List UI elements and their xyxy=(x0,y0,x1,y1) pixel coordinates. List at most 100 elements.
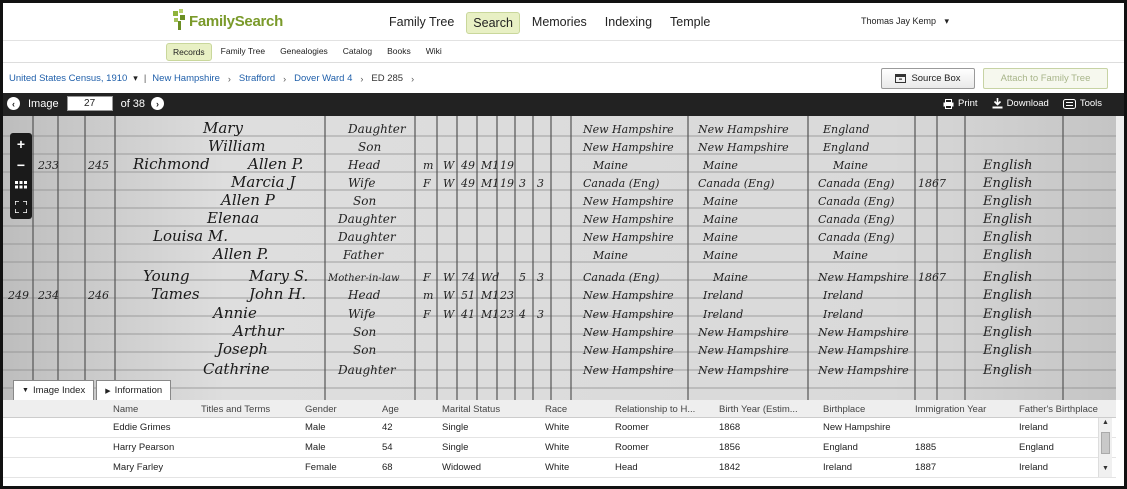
subnav-genealogies[interactable]: Genealogies xyxy=(274,43,334,61)
column-header[interactable]: Relationship to H... xyxy=(615,404,715,415)
svg-text:New Hampshire: New Hampshire xyxy=(697,141,789,154)
subnav-wiki[interactable]: Wiki xyxy=(420,43,448,61)
source-box-button[interactable]: Source Box xyxy=(881,68,975,89)
scroll-up-icon[interactable]: ▲ xyxy=(1102,419,1109,426)
sub-nav: Records Family Tree Genealogies Catalog … xyxy=(166,43,451,61)
image-number-input[interactable]: 27 xyxy=(66,96,113,111)
zoom-out-icon[interactable]: − xyxy=(10,154,32,175)
column-header[interactable]: Name xyxy=(113,404,198,415)
svg-text:English: English xyxy=(982,270,1033,285)
column-header[interactable]: Birthplace xyxy=(823,404,911,415)
table-header: Name Titles and Terms Gender Age Marital… xyxy=(3,400,1116,418)
svg-text:Wd: Wd xyxy=(481,271,499,284)
svg-text:English: English xyxy=(982,248,1033,263)
column-header[interactable]: Marital Status xyxy=(442,404,542,415)
svg-text:Canada (Eng): Canada (Eng) xyxy=(818,195,894,208)
nav-temple[interactable]: Temple xyxy=(664,12,716,34)
svg-text:Mother-in-law: Mother-in-law xyxy=(327,273,400,284)
svg-text:New Hampshire: New Hampshire xyxy=(582,308,674,321)
table-scrollbar[interactable]: ▲ ▼ xyxy=(1098,418,1112,477)
svg-text:M1: M1 xyxy=(480,308,499,321)
cell-relationship: Roomer xyxy=(615,442,649,453)
viewer-actions: Print Download Tools xyxy=(943,98,1102,109)
main-nav: Family Tree Search Memories Indexing Tem… xyxy=(383,12,722,34)
collection-dropdown-icon[interactable]: ▾ xyxy=(133,73,138,84)
svg-text:William: William xyxy=(208,137,266,155)
column-header[interactable]: Birth Year (Estim... xyxy=(719,404,819,415)
breadcrumb-district[interactable]: ED 285 xyxy=(371,73,403,84)
column-header[interactable]: Father's Birthplace xyxy=(1019,404,1116,415)
column-header[interactable]: Titles and Terms xyxy=(201,404,301,415)
svg-text:F: F xyxy=(422,308,431,321)
scrollbar-thumb[interactable] xyxy=(1101,432,1110,454)
svg-text:3: 3 xyxy=(537,177,544,190)
cell-race: White xyxy=(545,462,570,473)
svg-text:Allen P: Allen P xyxy=(219,191,276,209)
svg-text:Marcia J: Marcia J xyxy=(230,173,296,191)
nav-memories[interactable]: Memories xyxy=(526,12,593,34)
svg-text:233: 233 xyxy=(37,159,59,172)
census-record-image[interactable]: Mary William Richmond Allen P. Marcia J A… xyxy=(3,116,1116,400)
nav-family-tree[interactable]: Family Tree xyxy=(383,12,460,34)
svg-text:Son: Son xyxy=(353,343,376,357)
viewer-right-edge xyxy=(1116,116,1124,400)
svg-text:English: English xyxy=(982,158,1033,173)
column-header[interactable]: Gender xyxy=(305,404,375,415)
tab-information[interactable]: ▶ Information xyxy=(96,380,172,400)
column-header[interactable]: Immigration Year xyxy=(915,404,1015,415)
svg-text:3: 3 xyxy=(537,308,544,321)
nav-indexing[interactable]: Indexing xyxy=(599,12,658,34)
breadcrumb-state[interactable]: New Hampshire xyxy=(152,73,220,84)
zoom-in-icon[interactable]: + xyxy=(10,133,32,154)
scroll-down-icon[interactable]: ▼ xyxy=(1102,465,1109,472)
svg-text:m: m xyxy=(423,289,433,302)
subnav-family-tree[interactable]: Family Tree xyxy=(215,43,271,61)
column-header[interactable]: Race xyxy=(545,404,610,415)
svg-text:English: English xyxy=(982,176,1033,191)
svg-text:3: 3 xyxy=(537,271,544,284)
svg-text:Daughter: Daughter xyxy=(337,212,397,226)
image-navigator: ‹ Image 27 of 38 › xyxy=(7,96,165,111)
svg-text:Wife: Wife xyxy=(348,307,376,321)
svg-text:W: W xyxy=(443,289,456,302)
next-image-icon[interactable]: › xyxy=(151,97,165,110)
grid-view-icon[interactable] xyxy=(10,175,32,196)
fullscreen-icon[interactable] xyxy=(10,196,32,217)
svg-text:New Hampshire: New Hampshire xyxy=(582,141,674,154)
svg-text:41: 41 xyxy=(460,308,475,321)
user-menu[interactable]: Thomas Jay Kemp ▾ xyxy=(861,16,949,27)
breadcrumb-ward[interactable]: Dover Ward 4 xyxy=(294,73,352,84)
download-button[interactable]: Download xyxy=(992,98,1049,109)
previous-image-icon[interactable]: ‹ xyxy=(7,97,20,110)
svg-text:Allen P.: Allen P. xyxy=(246,155,304,173)
image-index-table: Name Titles and Terms Gender Age Marital… xyxy=(3,400,1116,479)
cell-relationship: Head xyxy=(615,462,638,473)
svg-text:Maine: Maine xyxy=(832,159,868,172)
table-row[interactable]: Harry Pearson Male 54 Single White Roome… xyxy=(3,438,1116,458)
column-header[interactable]: Age xyxy=(382,404,437,415)
cell-gender: Male xyxy=(305,442,326,453)
breadcrumb-county[interactable]: Strafford xyxy=(239,73,275,84)
caret-right-icon: ▶ xyxy=(105,387,111,395)
familysearch-logo[interactable]: FamilySearch xyxy=(171,7,289,37)
tools-button[interactable]: Tools xyxy=(1062,98,1102,109)
subnav-books[interactable]: Books xyxy=(381,43,417,61)
svg-text:New Hampshire: New Hampshire xyxy=(817,271,909,284)
svg-text:234: 234 xyxy=(37,289,59,302)
tab-image-index[interactable]: ▼ Image Index xyxy=(13,380,95,400)
attach-to-family-tree-button[interactable]: Attach to Family Tree xyxy=(983,68,1108,89)
breadcrumb-collection[interactable]: United States Census, 1910 xyxy=(9,73,127,84)
table-row[interactable]: Mary Farley Female 68 Widowed White Head… xyxy=(3,458,1116,478)
table-row[interactable]: Eddie Grimes Male 42 Single White Roomer… xyxy=(3,418,1116,438)
nav-search[interactable]: Search xyxy=(466,12,520,34)
cell-age: 68 xyxy=(382,462,393,473)
svg-text:M1: M1 xyxy=(480,289,499,302)
svg-text:Richmond: Richmond xyxy=(132,155,210,173)
breadcrumb-bar: United States Census, 1910 ▾ | New Hamps… xyxy=(3,64,1124,93)
print-button[interactable]: Print xyxy=(943,98,978,109)
subnav-catalog[interactable]: Catalog xyxy=(337,43,378,61)
subnav-records[interactable]: Records xyxy=(166,43,212,61)
svg-text:Ireland: Ireland xyxy=(822,308,863,321)
svg-text:23: 23 xyxy=(499,289,514,302)
svg-text:Daughter: Daughter xyxy=(337,363,397,377)
